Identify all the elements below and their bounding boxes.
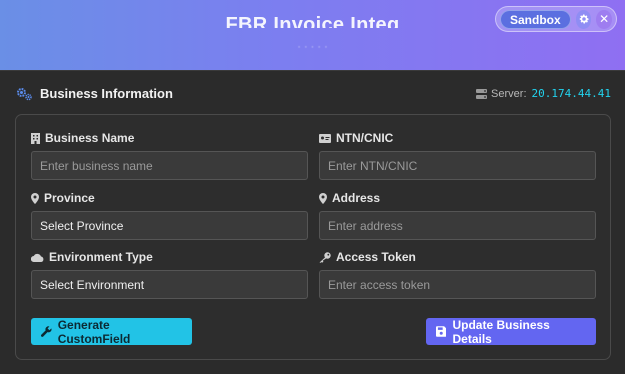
server-label: Server: — [491, 87, 527, 100]
id-card-icon — [319, 133, 331, 143]
access-token-field: Access Token Enter access token — [319, 250, 596, 299]
environment-type-label-row: Environment Type — [31, 250, 308, 264]
business-form: Business Name Enter business name NTN/CN… — [15, 114, 611, 360]
ntn-cnic-input[interactable]: Enter NTN/CNIC — [319, 151, 596, 180]
map-pin-icon — [31, 192, 39, 204]
server-ip: 20.174.44.41 — [531, 87, 611, 100]
environment-type-field: Environment Type Select Environment — [31, 250, 308, 299]
environment-controls: Sandbox ✕ — [495, 6, 617, 32]
cloud-icon — [31, 253, 44, 262]
access-token-label-row: Access Token — [319, 250, 596, 264]
ntn-cnic-label-row: NTN/CNIC — [319, 131, 596, 145]
map-pin-icon — [319, 192, 327, 204]
province-field: Province Select Province — [31, 191, 308, 240]
section-header: Business Information — [16, 86, 173, 101]
environment-badge[interactable]: Sandbox — [500, 9, 571, 29]
province-select[interactable]: Select Province — [31, 211, 308, 240]
address-field: Address Enter address — [319, 191, 596, 240]
address-label: Address — [332, 191, 381, 205]
business-name-field: Business Name Enter business name — [31, 131, 308, 180]
gears-icon — [17, 87, 32, 100]
province-label: Province — [44, 191, 95, 205]
business-information-panel: Business Information Server: 20.174.44.4… — [0, 70, 625, 374]
save-icon — [436, 326, 447, 337]
key-icon — [319, 251, 331, 263]
update-business-details-label: Update Business Details — [452, 317, 550, 346]
close-button[interactable]: ✕ — [596, 9, 612, 29]
building-icon — [31, 132, 40, 144]
access-token-label: Access Token — [336, 250, 416, 264]
wrench-icon — [41, 326, 52, 337]
ntn-cnic-field: NTN/CNIC Enter NTN/CNIC — [319, 131, 596, 180]
business-name-label: Business Name — [45, 131, 135, 145]
server-icon — [476, 88, 488, 99]
update-business-details-button[interactable]: Update Business Details — [426, 317, 596, 346]
business-name-input[interactable]: Enter business name — [31, 151, 308, 180]
generate-customfield-button[interactable]: Generate CustomField — [31, 317, 192, 346]
close-icon: ✕ — [599, 12, 610, 26]
province-label-row: Province — [31, 191, 308, 205]
settings-button[interactable] — [575, 9, 592, 29]
gear-icon — [579, 14, 589, 24]
address-input[interactable]: Enter address — [319, 211, 596, 240]
server-info: Server: 20.174.44.41 — [476, 87, 611, 100]
address-label-row: Address — [319, 191, 596, 205]
ntn-cnic-label: NTN/CNIC — [336, 131, 394, 145]
generate-customfield-label: Generate CustomField — [57, 317, 131, 346]
access-token-input[interactable]: Enter access token — [319, 270, 596, 299]
environment-type-select[interactable]: Select Environment — [31, 270, 308, 299]
app-header: FBR Invoice Integ · · · · · Sandbox ✕ — [0, 0, 625, 70]
business-name-label-row: Business Name — [31, 131, 308, 145]
app-subtitle: · · · · · — [297, 41, 328, 51]
section-title: Business Information — [40, 86, 173, 101]
environment-type-label: Environment Type — [49, 250, 153, 264]
